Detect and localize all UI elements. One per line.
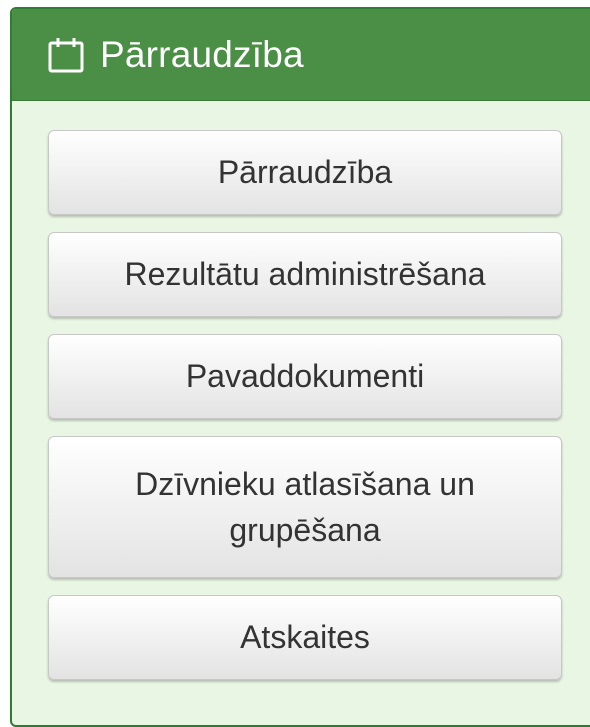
reports-button[interactable]: Atskaites	[48, 595, 562, 680]
accompanying-documents-button[interactable]: Pavaddokumenti	[48, 334, 562, 419]
panel-header: Pārraudzība	[12, 9, 590, 101]
monitoring-button[interactable]: Pārraudzība	[48, 130, 562, 215]
monitoring-panel: Pārraudzība Pārraudzība Rezultātu admini…	[10, 7, 590, 727]
animal-selection-grouping-button[interactable]: Dzīvnieku atlasīšana un grupēšana	[48, 436, 562, 578]
results-administration-button[interactable]: Rezultātu administrēšana	[48, 232, 562, 317]
menu-button-list: Pārraudzība Rezultātu administrēšana Pav…	[48, 130, 562, 680]
panel-title: Pārraudzība	[100, 34, 304, 75]
calendar-icon	[46, 35, 86, 75]
